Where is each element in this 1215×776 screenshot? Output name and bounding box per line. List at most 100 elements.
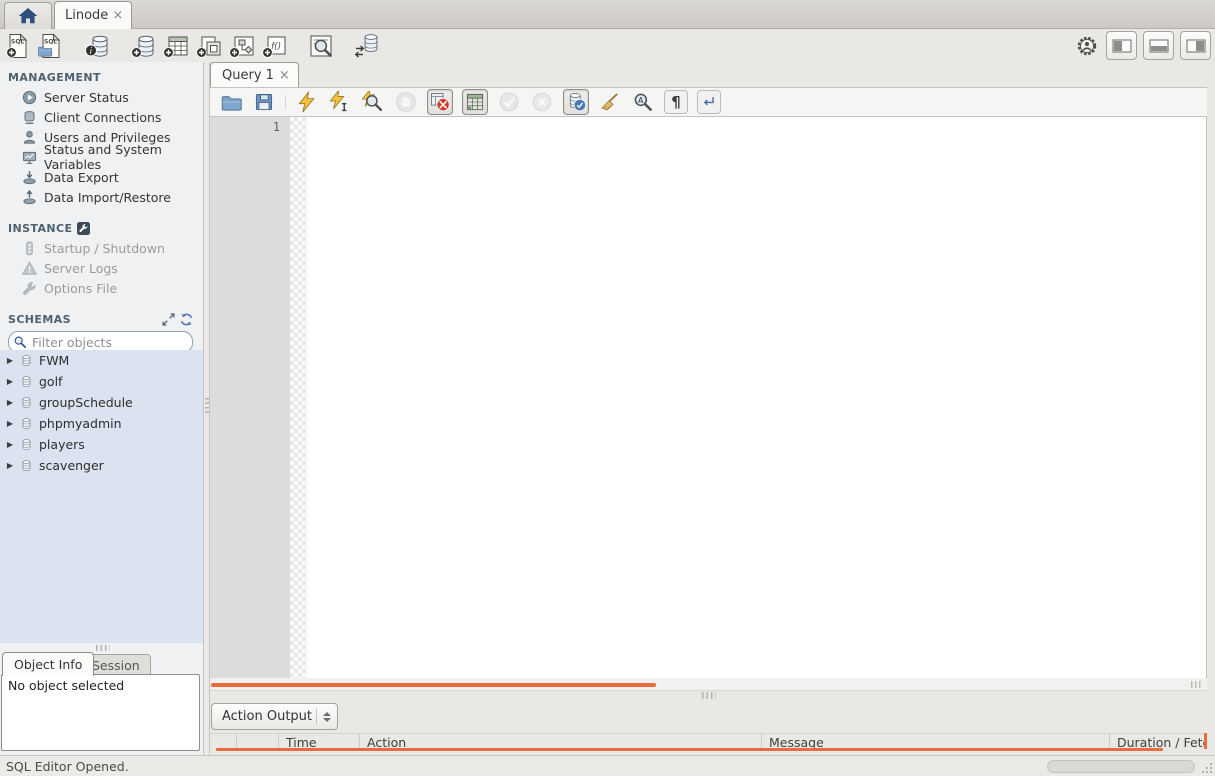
schema-icon <box>20 354 33 367</box>
show-invisibles-button[interactable]: ¶ <box>664 90 688 114</box>
rollback-button <box>530 90 554 114</box>
schema-row-groupschedule[interactable]: ▶ groupSchedule <box>0 392 203 413</box>
save-button[interactable] <box>252 90 276 114</box>
create-table-button[interactable] <box>163 33 189 59</box>
autocommit-icon <box>569 93 586 112</box>
splitter-grip[interactable] <box>205 398 209 414</box>
query-tab-label: Query 1 <box>222 67 274 83</box>
sidebar-item-label: Server Status <box>44 89 129 105</box>
toggle-left-panel-button[interactable] <box>1106 31 1137 60</box>
management-section-header: MANAGEMENT <box>8 71 203 84</box>
sidebar-splitter[interactable] <box>203 62 210 755</box>
connection-tab[interactable]: Linode × <box>54 1 133 29</box>
toggle-wrap-button[interactable] <box>697 90 721 114</box>
wrench-badge-icon <box>77 222 91 235</box>
toggle-right-panel-button[interactable] <box>1180 31 1211 60</box>
expander-triangle-icon[interactable]: ▶ <box>6 377 14 386</box>
schema-row-scavenger[interactable]: ▶ scavenger <box>0 455 203 476</box>
limit-rows-button[interactable] <box>462 89 488 115</box>
sidebar-bottom-tabs: Object Info Session <box>0 652 203 676</box>
management-title: MANAGEMENT <box>8 71 101 84</box>
close-icon[interactable]: × <box>112 9 123 22</box>
expander-triangle-icon[interactable]: ▶ <box>6 440 14 449</box>
expander-triangle-icon[interactable]: ▶ <box>6 398 14 407</box>
sidebar-item-server-status[interactable]: Server Status <box>0 87 203 107</box>
schema-row-fwm[interactable]: ▶ FWM <box>0 350 203 371</box>
close-icon[interactable]: × <box>279 69 290 82</box>
sidebar-item-startup-shutdown[interactable]: Startup / Shutdown <box>0 238 203 258</box>
schema-row-players[interactable]: ▶ players <box>0 434 203 455</box>
gear-user-icon[interactable] <box>1074 33 1100 59</box>
panel-resize-grip[interactable] <box>96 645 110 651</box>
fold-margin <box>290 117 307 678</box>
toggle-stop-on-error-button[interactable] <box>427 89 453 115</box>
sidebar-item-data-import[interactable]: Data Import/Restore <box>0 187 203 207</box>
create-function-button[interactable]: f() <box>262 33 288 59</box>
sidebar-item-system-variables[interactable]: Status and System Variables <box>0 142 203 172</box>
beautify-button[interactable] <box>598 90 622 114</box>
schema-icon <box>20 417 33 430</box>
select-spinner-icon[interactable] <box>316 708 337 725</box>
schemas-section-header: SCHEMAS <box>8 313 193 326</box>
open-file-button[interactable] <box>219 90 243 114</box>
create-procedure-button[interactable] <box>229 33 255 59</box>
query-tab[interactable]: Query 1 × <box>210 62 299 87</box>
output-h-scrollbar-thumb[interactable] <box>216 748 1163 751</box>
main-toolbar: SQL SQL i f() <box>0 29 1215 62</box>
tab-object-info[interactable]: Object Info <box>2 652 95 676</box>
svg-text:SQL: SQL <box>44 38 57 45</box>
new-query-tab-button[interactable]: SQL <box>5 33 31 59</box>
schema-inspector-button[interactable]: i <box>84 33 110 59</box>
open-sql-script-button[interactable]: SQL <box>38 33 64 59</box>
instance-section-header: INSTANCE <box>8 222 203 235</box>
expander-triangle-icon[interactable]: ▶ <box>6 356 14 365</box>
explain-button[interactable] <box>361 90 385 114</box>
editor-text-area[interactable] <box>307 117 1207 678</box>
startup-shutdown-icon <box>21 240 37 256</box>
output-v-scrollbar-thumb[interactable] <box>1204 733 1207 749</box>
execute-current-button[interactable] <box>328 90 352 114</box>
status-bar: SQL Editor Opened. <box>0 755 1215 776</box>
sidebar-item-server-logs[interactable]: Server Logs <box>0 258 203 278</box>
toggle-bottom-panel-button[interactable] <box>1143 31 1174 60</box>
editor-h-scrollbar-thumb[interactable] <box>211 683 656 687</box>
window-resize-grip[interactable] <box>1201 762 1213 774</box>
home-tab[interactable] <box>4 2 52 29</box>
create-view-button[interactable] <box>196 33 222 59</box>
pilcrow-icon: ¶ <box>671 92 681 111</box>
sidebar-item-label: Data Export <box>44 169 119 185</box>
expander-triangle-icon[interactable]: ▶ <box>6 419 14 428</box>
server-status-icon <box>21 89 37 105</box>
sidebar-item-client-connections[interactable]: Client Connections <box>0 107 203 127</box>
create-schema-button[interactable] <box>130 33 156 59</box>
sidebar-item-options-file[interactable]: Options File <box>0 278 203 298</box>
instance-title: INSTANCE <box>8 222 73 235</box>
output-type-select[interactable]: Action Output <box>211 703 338 730</box>
expander-triangle-icon[interactable]: ▶ <box>6 461 14 470</box>
sidebar-item-label: Status and System Variables <box>44 142 162 172</box>
schema-name: FWM <box>39 353 70 368</box>
find-button[interactable]: A <box>631 90 655 114</box>
execute-button[interactable] <box>295 90 319 114</box>
reconnect-dbms-button[interactable] <box>354 33 380 59</box>
data-export-icon <box>21 169 37 185</box>
commit-button <box>497 90 521 114</box>
schema-filter-input[interactable] <box>30 333 192 351</box>
search-table-data-button[interactable] <box>308 33 334 59</box>
document-tabbar: Linode × <box>0 0 1215 29</box>
data-import-icon <box>21 189 37 205</box>
editor-h-scrollbar[interactable] <box>210 678 1207 691</box>
output-splitter-grip[interactable] <box>702 692 716 699</box>
sql-code-editor[interactable]: 1 <box>210 117 1207 678</box>
refresh-icon[interactable] <box>180 313 193 326</box>
expand-icon[interactable] <box>162 313 175 326</box>
schema-row-golf[interactable]: ▶ golf <box>0 371 203 392</box>
panel-left-icon <box>1112 39 1131 52</box>
client-connections-icon <box>21 109 37 125</box>
schema-row-phpmyadmin[interactable]: ▶ phpmyadmin <box>0 413 203 434</box>
sql-editor-toolbar: A ¶ <box>210 87 1207 117</box>
schema-icon <box>20 396 33 409</box>
toggle-autocommit-button[interactable] <box>563 89 589 115</box>
panel-right-icon <box>1186 39 1205 52</box>
tab-label: Session <box>92 658 140 673</box>
